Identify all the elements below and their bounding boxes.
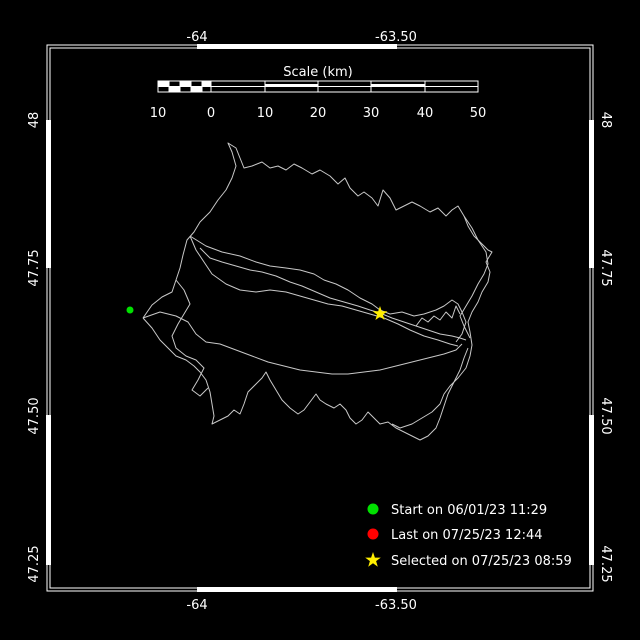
start-marker [126,306,134,314]
right-band-2 [589,415,594,565]
scale-fill-6 [265,84,318,87]
lat-tick-right-3: 47.50 [598,397,613,434]
lat-tick-left-1: 48 [27,112,42,129]
lat-tick-left-3: 47.50 [27,397,42,434]
scale-bar-title: Scale (km) [283,65,352,80]
track [142,142,493,441]
legend-start-label: Start on 06/01/23 11:29 [391,503,547,518]
track-segment-middle-1 [199,247,467,341]
scale-label-5: 30 [363,106,380,121]
map-stage: -64 -63.50 -64 -63.50 48 47.75 47.50 47.… [0,0,640,640]
scale-label-1: 10 [150,106,167,121]
track-segment-west-loop [171,279,209,397]
bottom-band [197,587,397,592]
scale-label-2: 0 [207,106,215,121]
legend-last-label: Last on 07/25/23 12:44 [391,528,543,543]
lon-tick-bottom-2: -63.50 [375,598,417,613]
lon-tick-top-1: -64 [186,30,207,45]
legend-selected-label: Selected on 07/25/23 08:59 [391,554,572,569]
scale-fill-5 [191,87,202,92]
scale-label-6: 40 [417,106,434,121]
scale-fill-1 [158,81,169,86]
map-canvas: -64 -63.50 -64 -63.50 48 47.75 47.50 47.… [27,30,613,613]
legend-start-icon [367,503,379,515]
lat-tick-right-4: 47.25 [598,545,613,582]
lat-tick-right-2: 47.75 [598,249,613,286]
scale-fill-2 [180,81,191,86]
scale-fill-4 [169,87,180,92]
scale-fill-3 [202,81,211,86]
lon-tick-bottom-1: -64 [186,598,207,613]
scale-label-4: 20 [310,106,327,121]
selected-star-marker [372,306,388,320]
lon-tick-top-2: -63.50 [375,30,417,45]
legend-last-icon [367,528,379,540]
scale-fill-7 [371,84,425,87]
lat-tick-left-2: 47.75 [27,249,42,286]
left-band-1 [46,120,51,268]
track-segment-middle-2 [189,235,459,347]
scale-label-7: 50 [470,106,487,121]
track-segment-south [142,317,469,441]
track-segment-diag-1 [142,311,463,375]
track-segment-east-loop [459,215,489,339]
scale-bar: Scale (km) 10 0 10 20 30 40 50 [150,65,487,121]
right-band-1 [589,120,594,268]
legend: Start on 06/01/23 11:29 Last on 07/25/23… [365,503,572,569]
scale-label-3: 10 [257,106,274,121]
track-segment-diag-2 [189,235,467,343]
legend-selected-icon [365,552,381,567]
lat-tick-right-1: 48 [598,112,613,129]
lat-tick-left-4: 47.25 [27,545,42,582]
top-band [197,44,397,49]
left-band-2 [46,415,51,565]
